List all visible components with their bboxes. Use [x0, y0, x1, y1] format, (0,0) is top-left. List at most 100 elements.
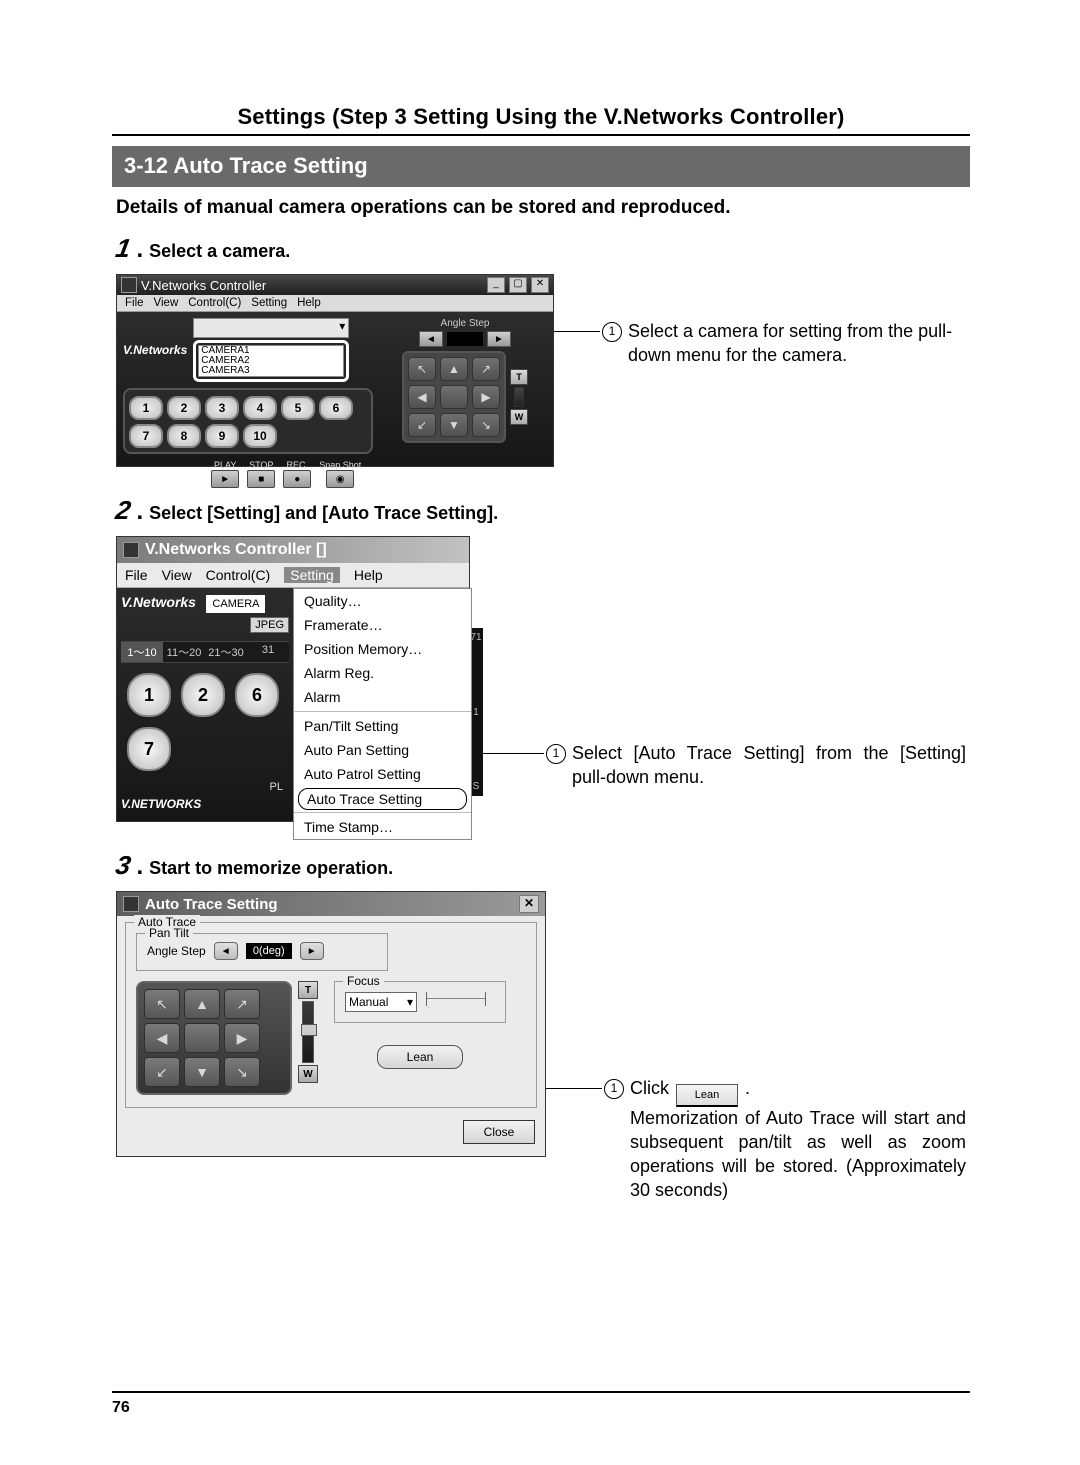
- menu-alarm-reg[interactable]: Alarm Reg.: [294, 661, 471, 685]
- angle-field[interactable]: [447, 332, 483, 346]
- pad-downleft[interactable]: ↙: [408, 413, 436, 437]
- preset-4[interactable]: 4: [243, 396, 277, 420]
- callout-number-icon: 1: [604, 1079, 624, 1099]
- zoom-wide[interactable]: W: [298, 1065, 318, 1083]
- pad-downleft[interactable]: ↙: [144, 1057, 180, 1087]
- menu-alarm[interactable]: Alarm: [294, 685, 471, 709]
- pad-left[interactable]: ◀: [144, 1023, 180, 1053]
- preset-1[interactable]: 1: [129, 396, 163, 420]
- preset-7[interactable]: 7: [129, 424, 163, 448]
- menu-file[interactable]: File: [125, 297, 144, 309]
- pad-upleft[interactable]: ↖: [408, 357, 436, 381]
- menu-file[interactable]: File: [125, 567, 148, 583]
- camera-dropdown-highlight: CAMERA1 CAMERA2 CAMERA3: [193, 340, 349, 382]
- menu-setting[interactable]: Setting: [284, 567, 340, 583]
- pad-upright[interactable]: ↗: [472, 357, 500, 381]
- rec-label: REC.: [286, 460, 308, 470]
- menu-framerate[interactable]: Framerate…: [294, 613, 471, 637]
- screenshot-controller: V.Networks Controller _ ▢ ✕ File View Co…: [116, 274, 554, 467]
- pad-down[interactable]: ▼: [440, 413, 468, 437]
- preset-7[interactable]: 7: [127, 727, 171, 771]
- preset-2[interactable]: 2: [181, 673, 225, 717]
- pad-left[interactable]: ◀: [408, 385, 436, 409]
- angle-dec[interactable]: ◄: [419, 331, 443, 347]
- step-3: 3 . Start to memorize operation.: [116, 850, 966, 881]
- menu-autopatrol-setting[interactable]: Auto Patrol Setting: [294, 762, 471, 786]
- zoom-tele[interactable]: T: [298, 981, 318, 999]
- preset-8[interactable]: 8: [167, 424, 201, 448]
- angle-dec[interactable]: ◄: [214, 942, 238, 960]
- close-button[interactable]: ✕: [519, 895, 539, 913]
- menu-control[interactable]: Control(C): [206, 567, 271, 583]
- close-button[interactable]: Close: [463, 1120, 535, 1144]
- camera-select[interactable]: [193, 318, 349, 338]
- camera-option[interactable]: CAMERA3: [201, 366, 341, 376]
- preset-5[interactable]: 5: [281, 396, 315, 420]
- menu-quality[interactable]: Quality…: [294, 589, 471, 613]
- preset-2[interactable]: 2: [167, 396, 201, 420]
- menu-pantilt-setting[interactable]: Pan/Tilt Setting: [294, 714, 471, 738]
- pad-right[interactable]: ▶: [472, 385, 500, 409]
- angle-inc[interactable]: ►: [300, 942, 324, 960]
- menu-view[interactable]: View: [154, 297, 179, 309]
- preset-6[interactable]: 6: [235, 673, 279, 717]
- focus-slider[interactable]: · · · · · ·: [426, 992, 486, 1006]
- preset-3[interactable]: 3: [205, 396, 239, 420]
- menu-bar: File View Control(C) Setting Help: [117, 563, 469, 588]
- focus-mode-value: Manual: [349, 995, 388, 1009]
- heading-rule: [112, 134, 970, 136]
- menu-timestamp[interactable]: Time Stamp…: [294, 815, 471, 839]
- pad-right[interactable]: ▶: [224, 1023, 260, 1053]
- preset-6[interactable]: 6: [319, 396, 353, 420]
- pad-downright[interactable]: ↘: [224, 1057, 260, 1087]
- setting-dropdown: Quality… Framerate… Position Memory… Ala…: [293, 588, 472, 840]
- lean-button[interactable]: Lean: [377, 1045, 463, 1069]
- close-button[interactable]: ✕: [531, 277, 549, 293]
- zoom-tele[interactable]: T: [510, 369, 528, 385]
- play-button[interactable]: ►: [211, 470, 239, 488]
- stop-button[interactable]: ■: [247, 470, 275, 488]
- tab-21-30[interactable]: 21～30: [205, 642, 247, 662]
- menu-autotrace-setting[interactable]: Auto Trace Setting: [298, 788, 467, 810]
- menu-view[interactable]: View: [162, 567, 192, 583]
- vnetworks-label: V.Networks: [121, 594, 196, 610]
- menu-autopan-setting[interactable]: Auto Pan Setting: [294, 738, 471, 762]
- zoom-slider[interactable]: [302, 1001, 314, 1063]
- tab-11-20[interactable]: 11～20: [163, 642, 205, 662]
- preset-1[interactable]: 1: [127, 673, 171, 717]
- zoom-wide[interactable]: W: [510, 409, 528, 425]
- menu-help[interactable]: Help: [354, 567, 383, 583]
- pad-upleft[interactable]: ↖: [144, 989, 180, 1019]
- menu-setting[interactable]: Setting: [251, 297, 287, 309]
- minimize-button[interactable]: _: [487, 277, 505, 293]
- tab-31[interactable]: 31: [247, 642, 289, 662]
- pad-downright[interactable]: ↘: [472, 413, 500, 437]
- pad-upright[interactable]: ↗: [224, 989, 260, 1019]
- jpeg-mode-box[interactable]: JPEG: [250, 617, 289, 633]
- step-text: Start to memorize operation.: [149, 858, 393, 879]
- callout-leader: [546, 1088, 602, 1089]
- menu-help[interactable]: Help: [297, 297, 321, 309]
- screenshot-auto-trace: Auto Trace Setting ✕ Auto Trace Pan Tilt…: [116, 891, 546, 1157]
- rec-button[interactable]: ●: [283, 470, 311, 488]
- step-number: 3: [113, 850, 133, 881]
- camera-mode-box[interactable]: CAMERA: [206, 595, 265, 613]
- titlebar: V.Networks Controller _ ▢ ✕: [117, 275, 553, 295]
- focus-mode-select[interactable]: Manual▾: [345, 992, 417, 1012]
- zoom-slider[interactable]: [514, 387, 524, 407]
- preset-9[interactable]: 9: [205, 424, 239, 448]
- snapshot-button[interactable]: ◉: [326, 470, 354, 488]
- tab-1-10[interactable]: 1～10: [121, 642, 163, 662]
- menu-control[interactable]: Control(C): [188, 297, 241, 309]
- preset-10[interactable]: 10: [243, 424, 277, 448]
- strip-s: S: [473, 781, 480, 792]
- maximize-button[interactable]: ▢: [509, 277, 527, 293]
- pad-up[interactable]: ▲: [184, 989, 220, 1019]
- angle-inc[interactable]: ►: [487, 331, 511, 347]
- pad-up[interactable]: ▲: [440, 357, 468, 381]
- pad-down[interactable]: ▼: [184, 1057, 220, 1087]
- angle-value[interactable]: 0(deg): [246, 943, 292, 959]
- window-title: Auto Trace Setting: [145, 896, 278, 913]
- step-dot: .: [136, 498, 143, 526]
- menu-position-memory[interactable]: Position Memory…: [294, 637, 471, 661]
